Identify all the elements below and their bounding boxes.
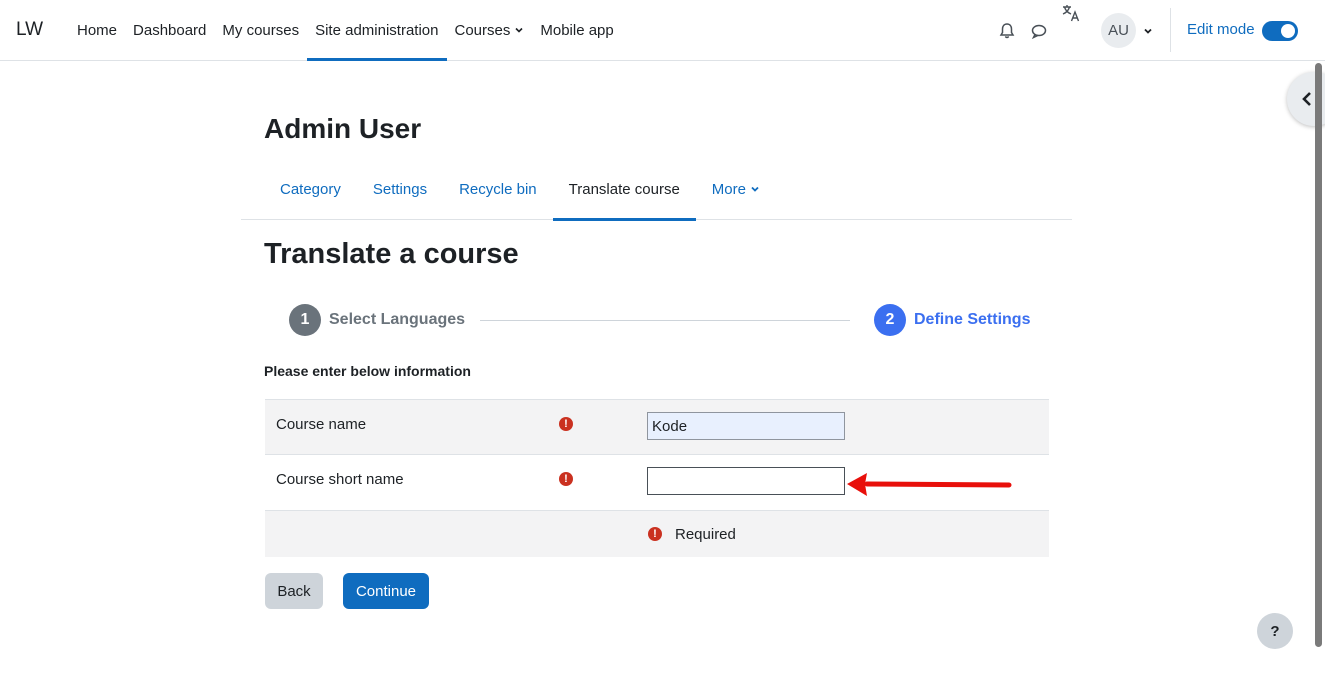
continue-button[interactable]: Continue [343,573,429,609]
nav-site-administration-label: Site administration [315,21,439,39]
tab-more-label: More [711,180,746,198]
user-avatar[interactable]: AU [1101,13,1136,48]
required-legend-row: ! Required [265,510,1049,557]
required-icon: ! [559,472,573,486]
nav-my-courses-label: My courses [222,21,300,39]
tab-settings[interactable]: Settings [357,158,443,220]
required-legend-text: Required [675,526,736,543]
back-button[interactable]: Back [265,573,323,609]
top-navbar: LW Home Dashboard My courses Site admini… [0,0,1325,61]
tab-recycle-bin[interactable]: Recycle bin [443,158,553,220]
edit-mode-toggle[interactable] [1262,21,1298,41]
step-number: 2 [874,304,906,336]
translate-icon[interactable] [1060,2,1082,24]
step-label: Select Languages [329,311,466,328]
secondary-navigation: Category Settings Recycle bin Translate … [241,158,1072,221]
course-short-name-input[interactable] [647,467,845,495]
required-icon: ! [648,527,662,541]
nav-my-courses[interactable]: My courses [214,0,307,60]
site-logo[interactable]: LW [16,19,43,41]
course-name-input[interactable] [647,412,845,440]
step-select-languages[interactable]: 1 Select Languages [289,304,465,336]
notifications-bell-icon[interactable] [996,20,1018,42]
nav-site-administration[interactable]: Site administration [307,0,447,61]
page-scrollbar[interactable] [1315,63,1322,647]
tab-recycle-bin-label: Recycle bin [459,180,537,198]
tab-more-dropdown[interactable]: More [696,158,776,220]
tab-category-label: Category [280,180,341,198]
chevron-down-icon [515,27,523,33]
user-menu-chevron-down-icon[interactable] [1141,24,1155,38]
edit-mode-label[interactable]: Edit mode [1187,21,1255,38]
page-heading: Admin User [264,113,422,144]
chevron-down-icon [751,186,759,192]
course-short-name-label: Course short name [276,471,404,488]
tab-category[interactable]: Category [264,158,357,220]
nav-dashboard-label: Dashboard [133,21,207,39]
nav-home-label: Home [77,21,118,39]
messages-chat-icon[interactable] [1028,20,1050,42]
form-intro-text: Please enter below information [264,363,471,379]
tab-translate-course-label: Translate course [568,180,680,198]
tab-settings-label: Settings [372,180,428,198]
required-icon: ! [559,417,573,431]
stepper-connector-line [480,320,850,321]
course-name-label: Course name [276,416,367,433]
nav-courses-dropdown[interactable]: Courses [447,0,533,60]
course-name-row: Course name ! [265,399,1049,454]
chevron-left-icon [1302,92,1311,106]
navbar-divider [1170,8,1171,52]
section-title: Translate a course [264,238,519,270]
help-button[interactable]: ? [1257,613,1293,649]
nav-dashboard[interactable]: Dashboard [125,0,214,60]
step-label: Define Settings [914,311,1031,328]
primary-navigation: Home Dashboard My courses Site administr… [69,0,622,61]
nav-mobile-app[interactable]: Mobile app [532,0,621,60]
nav-home[interactable]: Home [69,0,125,60]
tab-translate-course[interactable]: Translate course [552,158,696,221]
step-define-settings: 2 Define Settings [874,304,1030,336]
nav-mobile-app-label: Mobile app [540,21,614,39]
step-number: 1 [289,304,321,336]
nav-courses-label: Courses [454,21,511,39]
annotation-arrow-icon [847,473,1012,496]
